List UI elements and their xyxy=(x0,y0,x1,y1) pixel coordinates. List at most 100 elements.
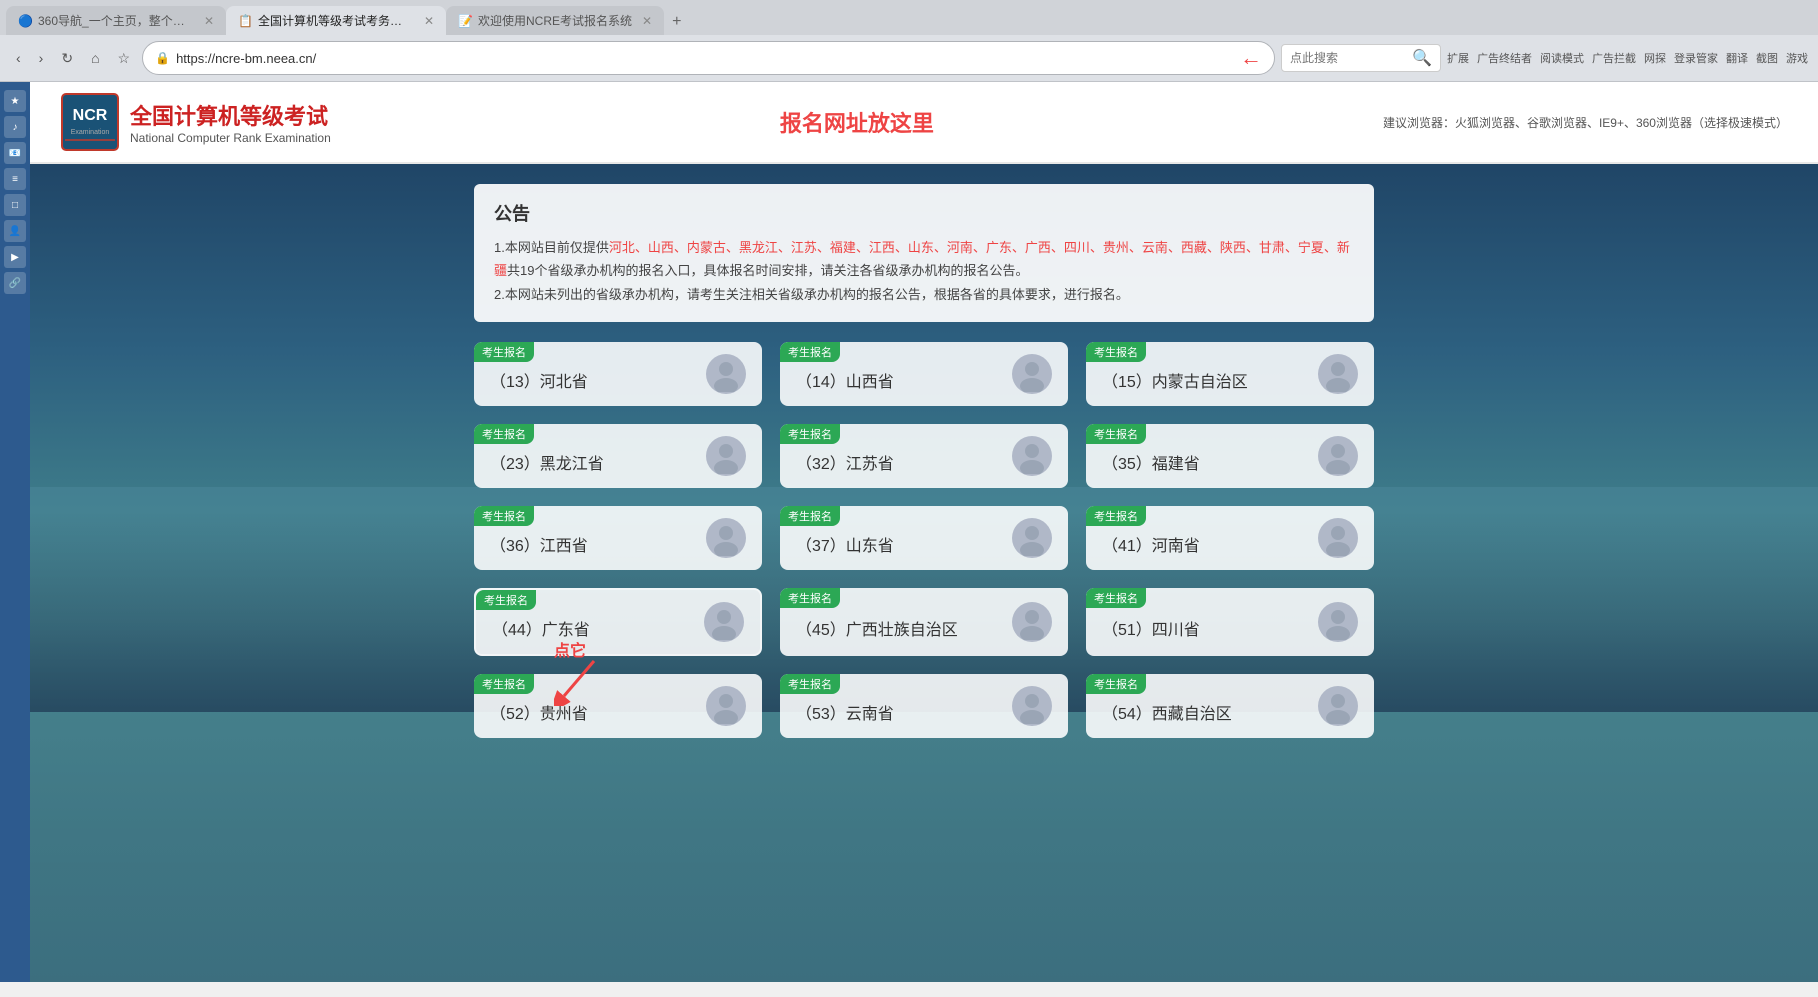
sidebar-icon-2[interactable]: ♪ xyxy=(4,116,26,138)
avatar-icon-54 xyxy=(1320,688,1356,724)
sidebar-icon-7[interactable]: ▶ xyxy=(4,246,26,268)
card-badge-41: 考生报名 xyxy=(1086,506,1146,526)
card-badge-37: 考生报名 xyxy=(780,506,840,526)
sidebar-icon-3[interactable]: 📧 xyxy=(4,142,26,164)
tab3-close[interactable]: ✕ xyxy=(642,14,652,28)
card-avatar-35 xyxy=(1318,436,1358,476)
url-arrow-annotation: ← xyxy=(1240,45,1262,71)
card-badge-32: 考生报名 xyxy=(780,424,840,444)
province-label-13: （13）河北省 xyxy=(490,374,588,391)
browser-chrome: 🔵 360导航_一个主页，整个世界 ✕ 📋 全国计算机等级考试考务管理系统 ✕ … xyxy=(0,0,1818,82)
header-annotation: 报名网址放这里 xyxy=(780,106,934,138)
card-avatar-41 xyxy=(1318,518,1358,558)
sidebar-icon-4[interactable]: ≡ xyxy=(4,168,26,190)
ext-translate[interactable]: 翻译 xyxy=(1726,50,1748,66)
province-card-41[interactable]: 考生报名 （41）河南省 xyxy=(1086,506,1374,570)
notice-line-2: 2.本网站未列出的省级承办机构，请考生关注相关省级承办机构的报名公告，根据各省的… xyxy=(494,283,1354,306)
province-card-54[interactable]: 考生报名 （54）西藏自治区 xyxy=(1086,674,1374,738)
refresh-button[interactable]: ↻ xyxy=(55,47,79,70)
card-text-51: （51）四川省 xyxy=(1102,604,1306,640)
card-badge-44: 考生报名 xyxy=(476,590,536,610)
avatar-icon-15 xyxy=(1320,356,1356,392)
card-avatar-13 xyxy=(706,354,746,394)
province-card-52[interactable]: 考生报名 （52）贵州省 xyxy=(474,674,762,738)
browser-tabs: 🔵 360导航_一个主页，整个世界 ✕ 📋 全国计算机等级考试考务管理系统 ✕ … xyxy=(0,0,1818,35)
avatar-icon-13 xyxy=(708,356,744,392)
svg-text:Examination: Examination xyxy=(71,129,110,136)
province-card-14[interactable]: 考生报名 （14）山西省 xyxy=(780,342,1068,406)
tab2-close[interactable]: ✕ xyxy=(424,14,434,28)
ssl-lock-icon: 🔒 xyxy=(155,51,170,65)
bookmark-button[interactable]: ☆ xyxy=(112,47,137,70)
new-tab-button[interactable]: + xyxy=(664,9,689,35)
card-badge-23: 考生报名 xyxy=(474,424,534,444)
province-card-23[interactable]: 考生报名 （23）黑龙江省 xyxy=(474,424,762,488)
province-card-13[interactable]: 考生报名 （13）河北省 xyxy=(474,342,762,406)
sidebar-icon-1[interactable]: ★ xyxy=(4,90,26,112)
card-badge-14: 考生报名 xyxy=(780,342,840,362)
ext-screenshot[interactable]: 截图 xyxy=(1756,50,1778,66)
province-label-53: （53）云南省 xyxy=(796,706,894,723)
ext-adguard[interactable]: 广告拦截 xyxy=(1592,50,1636,66)
province-label-35: （35）福建省 xyxy=(1102,456,1200,473)
province-label-37: （37）山东省 xyxy=(796,538,894,555)
ext-game[interactable]: 游戏 xyxy=(1786,50,1808,66)
card-badge-54: 考生报名 xyxy=(1086,674,1146,694)
browser-tab-3[interactable]: 📝 欢迎使用NCRE考试报名系统 ✕ xyxy=(446,6,664,35)
ext-login[interactable]: 登录管家 xyxy=(1674,50,1718,66)
card-badge-36: 考生报名 xyxy=(474,506,534,526)
browser-tab-1[interactable]: 🔵 360导航_一个主页，整个世界 ✕ xyxy=(6,6,226,35)
avatar-icon-36 xyxy=(708,520,744,556)
card-avatar-52 xyxy=(706,686,746,726)
sidebar-icon-8[interactable]: 🔗 xyxy=(4,272,26,294)
province-card-44[interactable]: 考生报名 （44）广东省 xyxy=(474,588,762,656)
browser-toolbar: ‹ › ↻ ⌂ ☆ 🔒 ← 🔍 扩展 广告终结者 阅读模式 广告拦截 网探 登录… xyxy=(0,35,1818,82)
browser-tab-2[interactable]: 📋 全国计算机等级考试考务管理系统 ✕ xyxy=(226,6,446,35)
back-button[interactable]: ‹ xyxy=(10,47,27,69)
province-card-15[interactable]: 考生报名 （15）内蒙古自治区 xyxy=(1086,342,1374,406)
province-card-45[interactable]: 考生报名 （45）广西壮族自治区 xyxy=(780,588,1068,656)
province-label-45: （45）广西壮族自治区 xyxy=(796,622,958,639)
main-layout: ★ ♪ 📧 ≡ □ 👤 ▶ 🔗 NCR Examination xyxy=(0,82,1818,982)
avatar-icon-51 xyxy=(1320,604,1356,640)
tab1-title: 360导航_一个主页，整个世界 xyxy=(38,12,194,29)
sidebar-icon-6[interactable]: 👤 xyxy=(4,220,26,242)
logo-area: NCR Examination 全国计算机等级考试 National Compu… xyxy=(60,92,331,152)
tab3-title: 欢迎使用NCRE考试报名系统 xyxy=(478,12,632,29)
card-badge-52: 考生报名 xyxy=(474,674,534,694)
ext-netspy[interactable]: 网探 xyxy=(1644,50,1666,66)
url-bar[interactable]: 🔒 ← xyxy=(142,41,1275,75)
avatar-icon-14 xyxy=(1014,356,1050,392)
card-avatar-51 xyxy=(1318,602,1358,642)
avatar-icon-41 xyxy=(1320,520,1356,556)
province-label-44: （44）广东省 xyxy=(492,622,590,639)
province-card-53[interactable]: 考生报名 （53）云南省 xyxy=(780,674,1068,738)
province-card-51[interactable]: 考生报名 （51）四川省 xyxy=(1086,588,1374,656)
sidebar-icon-5[interactable]: □ xyxy=(4,194,26,216)
card-badge-35: 考生报名 xyxy=(1086,424,1146,444)
province-card-32[interactable]: 考生报名 （32）江苏省 xyxy=(780,424,1068,488)
url-input[interactable] xyxy=(176,51,1234,66)
home-button[interactable]: ⌂ xyxy=(85,47,105,69)
ext-expand[interactable]: 扩展 xyxy=(1447,50,1469,66)
tab2-favicon: 📋 xyxy=(238,14,252,28)
tab3-favicon: 📝 xyxy=(458,14,472,28)
search-input[interactable] xyxy=(1290,51,1408,65)
logo-text-block: 全国计算机等级考试 National Computer Rank Examina… xyxy=(130,99,331,145)
province-card-35[interactable]: 考生报名 （35）福建省 xyxy=(1086,424,1374,488)
card-avatar-53 xyxy=(1012,686,1052,726)
tab2-title: 全国计算机等级考试考务管理系统 xyxy=(258,12,414,29)
avatar-icon-44 xyxy=(706,604,742,640)
province-card-37[interactable]: 考生报名 （37）山东省 xyxy=(780,506,1068,570)
tab1-close[interactable]: ✕ xyxy=(204,14,214,28)
avatar-icon-53 xyxy=(1014,688,1050,724)
avatar-icon-52 xyxy=(708,688,744,724)
search-bar[interactable]: 🔍 xyxy=(1281,44,1441,72)
ext-adblock[interactable]: 广告终结者 xyxy=(1477,50,1532,66)
province-card-36[interactable]: 考生报名 （36）江西省 xyxy=(474,506,762,570)
logo-icon: NCR Examination xyxy=(60,92,120,152)
logo-svg: NCR Examination xyxy=(60,92,120,152)
ext-reader[interactable]: 阅读模式 xyxy=(1540,50,1584,66)
forward-button[interactable]: › xyxy=(33,47,50,69)
card-avatar-32 xyxy=(1012,436,1052,476)
